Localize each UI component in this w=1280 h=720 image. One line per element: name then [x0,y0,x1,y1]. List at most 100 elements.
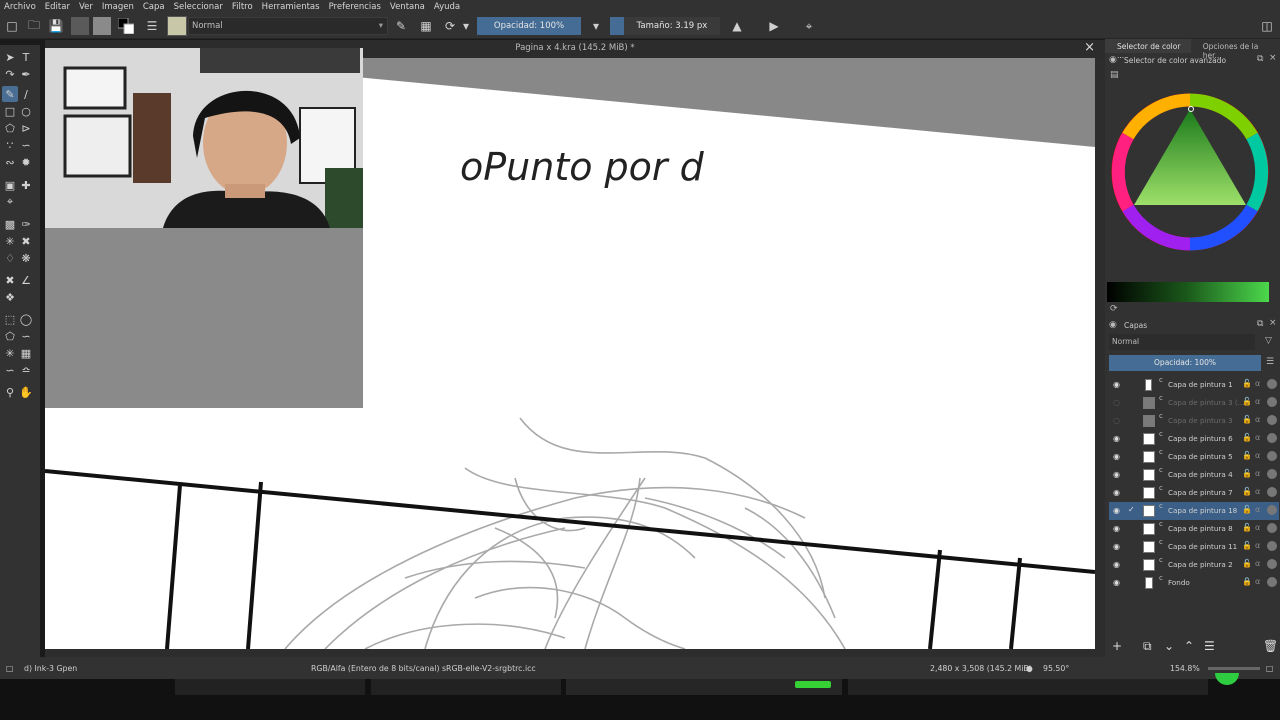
reload-preset-icon[interactable]: ⟳ [441,17,459,35]
close-panel-icon[interactable]: × [1269,318,1277,328]
alpha-icon[interactable]: α [1255,451,1260,460]
inherit-alpha-icon[interactable] [1267,505,1277,515]
float-panel-icon[interactable]: ⧉ [1257,319,1263,329]
layer-item[interactable]: ◉ ϲ Capa de pintura 4 🔓 α [1109,466,1279,484]
inherit-alpha-icon[interactable] [1267,559,1277,569]
duplicate-layer-icon[interactable]: ⧉ [1143,639,1152,654]
layer-opacity-slider[interactable]: Opacidad: 100% [1109,355,1261,371]
menu-herramientas[interactable]: Herramientas [262,2,320,12]
fullscreen-icon[interactable]: □ [1266,664,1273,673]
dynamic-brush-icon[interactable]: ∾ [2,154,18,170]
alpha-icon[interactable]: α [1255,523,1260,532]
fg-bg-color-icon[interactable] [117,17,135,35]
taskbar-item[interactable] [175,679,365,695]
rotation-icon[interactable]: ● [1026,664,1033,673]
move-layer-down-icon[interactable]: ⌄ [1164,639,1174,653]
workspace-icon[interactable]: ◫ [1258,17,1276,35]
inherit-alpha-icon[interactable] [1267,523,1277,533]
eye-icon[interactable]: ◉ [1113,560,1122,569]
tab-tool-options[interactable]: Opciones de la her... [1191,39,1280,60]
layer-item[interactable]: ◉ ϲ Capa de pintura 1 🔓 α [1109,376,1279,394]
lock-icon[interactable]: 🔓 [1242,433,1252,442]
inherit-alpha-icon[interactable] [1267,433,1277,443]
inherit-alpha-icon[interactable] [1267,451,1277,461]
refresh-icon[interactable]: ⟳ [1110,304,1118,314]
opacity-slider[interactable]: Opacidad: 100% [477,17,581,35]
close-icon[interactable]: × [1084,40,1095,55]
preserve-alpha-icon[interactable]: ▦ [417,17,435,35]
eye-hidden-icon[interactable]: ○ [1113,416,1122,425]
menu-preferencias[interactable]: Preferencias [329,2,381,12]
alpha-icon[interactable]: α [1255,541,1260,550]
ellipse-tool-icon[interactable]: ○ [18,103,34,119]
lock-icon[interactable]: 🔓 [1242,415,1252,424]
transform-tool-icon[interactable]: ▣ [2,177,18,193]
layer-item[interactable]: ◉ ϲ Fondo 🔒 α [1109,574,1279,592]
chevron-down-icon[interactable]: ▾ [460,17,472,35]
alpha-icon[interactable]: α [1255,433,1260,442]
lock-icon[interactable]: 🔓 [1242,523,1252,532]
polygon-tool-icon[interactable]: ⬠ [2,120,18,136]
colorize-mask-icon[interactable]: ✳ [2,233,18,249]
move-layer-up-icon[interactable]: ⌃ [1184,639,1194,653]
layer-item[interactable]: ◉ ϲ Capa de pintura 8 🔓 α [1109,520,1279,538]
layer-item-selected[interactable]: ◉ ✓ ϲ Capa de pintura 18 🔓 α [1109,502,1279,520]
lock-icon[interactable]: 🔓 [1242,487,1252,496]
inherit-alpha-icon[interactable] [1267,469,1277,479]
menu-ayuda[interactable]: Ayuda [434,2,460,12]
float-panel-icon[interactable]: ⧉ [1257,54,1263,64]
lock-icon[interactable]: 🔓 [1242,559,1252,568]
alpha-icon[interactable]: α [1255,559,1260,568]
save-icon[interactable]: 💾 [47,17,65,35]
lock-closed-icon[interactable]: 🔒 [1242,577,1252,586]
eye-icon[interactable]: ◉ [1113,578,1122,587]
alpha-icon[interactable]: α [1255,487,1260,496]
lock-icon[interactable]: 🔓 [1242,451,1252,460]
vertical-scrollbar[interactable] [1095,58,1105,649]
bezier-tool-icon[interactable]: ∵ [2,137,18,153]
menu-filtro[interactable]: Filtro [232,2,253,12]
layer-properties-icon[interactable]: ☰ [1204,639,1215,653]
eye-icon[interactable]: ◉ [1113,380,1122,389]
bezier-select-icon[interactable]: ∽ [2,362,18,378]
new-document-icon[interactable]: □ [3,17,21,35]
size-slider[interactable]: Tamaño: 3.19 px [610,17,720,35]
crop-tool-icon[interactable]: ⌖ [2,194,18,210]
move-tool-icon[interactable]: ✚ [18,177,34,193]
color-picker-icon[interactable]: ✑ [18,216,34,232]
alpha-icon[interactable]: α [1255,469,1260,478]
layer-item[interactable]: ○ ϲ Capa de pintura 3 🔓 α [1109,412,1279,430]
freehand-select-icon[interactable]: ∽ [18,328,34,344]
alpha-icon[interactable]: α [1255,379,1260,388]
brush-preset-icon[interactable] [167,16,187,36]
reference-tool-icon[interactable]: ❖ [2,289,18,305]
taskbar-item[interactable] [848,679,1208,695]
eye-icon[interactable]: ◉ [1113,488,1122,497]
freehand-path-icon[interactable]: ∽ [18,137,34,153]
pattern-icon[interactable] [93,17,111,35]
horizontal-scrollbar[interactable] [45,649,1105,657]
line-tool-icon[interactable]: ∕ [18,86,34,102]
delete-layer-icon[interactable]: 🗑 [1263,639,1278,653]
edit-shapes-icon[interactable]: ↷ [2,66,18,82]
menu-editar[interactable]: Editar [45,2,70,12]
inherit-alpha-icon[interactable] [1267,487,1277,497]
color-history-strip[interactable] [1107,282,1269,302]
menu-ver[interactable]: Ver [79,2,93,12]
lock-icon[interactable]: 🔓 [1242,505,1252,514]
brush-settings-icon[interactable]: ☰ [143,17,161,35]
layer-item[interactable]: ○ ϲ Capa de pintura 3 (... 🔓 α [1109,394,1279,412]
menu-imagen[interactable]: Imagen [102,2,134,12]
alpha-icon[interactable]: α [1255,505,1260,514]
text-tool-icon[interactable]: T [18,49,34,65]
fill-tool-icon[interactable]: ♢ [2,250,18,266]
wrap-around-icon[interactable]: ⌖ [800,17,818,35]
menu-ventana[interactable]: Ventana [390,2,425,12]
ellipse-select-icon[interactable]: ◯ [18,311,34,327]
eye-hidden-icon[interactable]: ○ [1113,398,1122,407]
rectangle-tool-icon[interactable]: □ [2,103,18,119]
layer-item[interactable]: ◉ ϲ Capa de pintura 7 🔓 α [1109,484,1279,502]
inherit-alpha-icon[interactable] [1267,577,1277,587]
mirror-horizontal-icon[interactable]: ▲ [728,17,746,35]
polyline-tool-icon[interactable]: ⊳ [18,120,34,136]
